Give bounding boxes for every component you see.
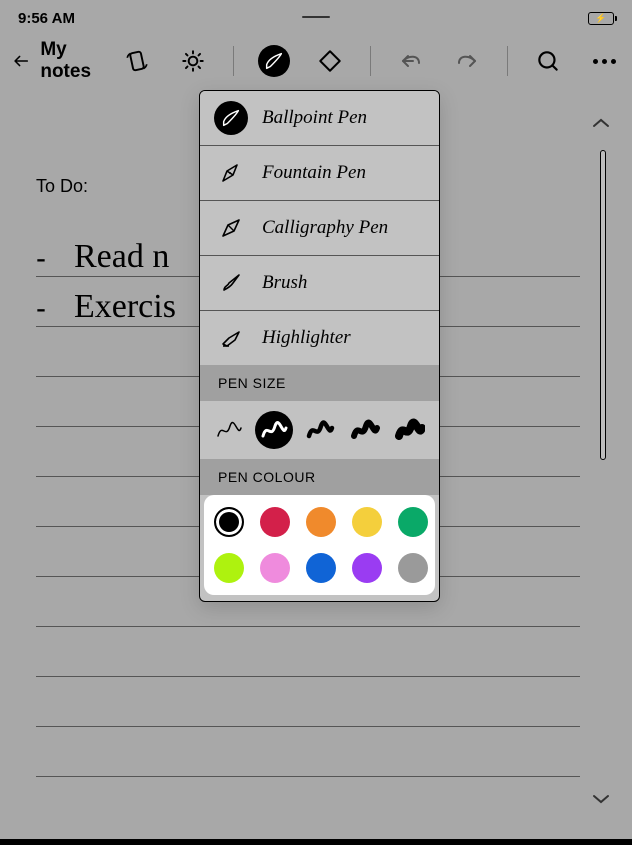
color-swatch-red[interactable] xyxy=(260,507,290,537)
undo-icon xyxy=(398,49,424,73)
pen-tool-button[interactable] xyxy=(258,45,290,77)
squiggle-icon xyxy=(259,416,289,444)
pen-option-ballpoint-pen[interactable]: Ballpoint Pen xyxy=(200,91,439,146)
eraser-button[interactable] xyxy=(314,45,346,77)
ballpoint-pen-icon xyxy=(214,101,248,135)
color-swatch-blue[interactable] xyxy=(306,553,336,583)
pen-option-label: Fountain Pen xyxy=(262,162,366,184)
color-swatch-grey[interactable] xyxy=(398,553,428,583)
color-swatch-lime[interactable] xyxy=(214,553,244,583)
brush-icon xyxy=(214,266,248,300)
toolbar-divider xyxy=(370,46,371,76)
list-bullet: - xyxy=(36,242,68,276)
pen-size-2[interactable] xyxy=(255,411,292,449)
pen-option-label: Highlighter xyxy=(262,327,351,349)
drag-handle-icon[interactable] xyxy=(302,16,330,18)
pen-option-label: Calligraphy Pen xyxy=(262,217,388,239)
color-swatch-green[interactable] xyxy=(398,507,428,537)
scroll-down-button[interactable] xyxy=(592,792,610,811)
pen-size-header: PEN SIZE xyxy=(200,365,439,401)
search-icon xyxy=(535,48,561,74)
fountain-pen-icon xyxy=(214,156,248,190)
page-title: My notes xyxy=(40,39,109,83)
undo-button[interactable] xyxy=(395,45,427,77)
bottom-bar xyxy=(0,839,632,845)
pen-option-fountain-pen[interactable]: Fountain Pen xyxy=(200,146,439,201)
battery-icon: ⚡ xyxy=(588,12,614,25)
note-line-1: Read n xyxy=(68,238,169,276)
pen-size-3[interactable] xyxy=(301,411,338,449)
redo-button[interactable] xyxy=(451,45,483,77)
highlighter-icon xyxy=(214,321,248,355)
redo-icon xyxy=(454,49,480,73)
back-arrow-icon xyxy=(12,50,30,72)
squiggle-icon xyxy=(350,416,380,444)
clock: 9:56 AM xyxy=(18,10,75,27)
search-button[interactable] xyxy=(532,45,564,77)
eraser-icon xyxy=(317,48,343,74)
color-swatch-black[interactable] xyxy=(214,507,244,537)
pen-icon xyxy=(263,50,285,72)
list-bullet: - xyxy=(36,292,68,326)
more-button[interactable] xyxy=(588,45,620,77)
pen-size-5[interactable] xyxy=(392,411,429,449)
squiggle-icon xyxy=(395,416,425,444)
brightness-button[interactable] xyxy=(177,45,209,77)
pen-option-label: Brush xyxy=(262,272,307,294)
pen-option-calligraphy-pen[interactable]: Calligraphy Pen xyxy=(200,201,439,256)
toolbar: My notes xyxy=(0,33,632,93)
more-icon xyxy=(593,59,616,64)
rotate-icon xyxy=(124,48,150,74)
note-line-2: Exercis xyxy=(68,288,176,326)
status-bar: 9:56 AM ⚡ xyxy=(0,0,632,33)
toolbar-divider xyxy=(233,46,234,76)
pen-popover: Ballpoint Pen Fountain Pen Calligraphy Pen… xyxy=(199,90,440,602)
squiggle-icon xyxy=(214,416,244,444)
pen-size-1[interactable] xyxy=(210,411,247,449)
rotate-button[interactable] xyxy=(121,45,153,77)
brightness-icon xyxy=(180,48,206,74)
pen-option-label: Ballpoint Pen xyxy=(262,107,367,129)
squiggle-icon xyxy=(305,416,335,444)
color-swatch-pink[interactable] xyxy=(260,553,290,583)
pen-colour-header: PEN COLOUR xyxy=(200,459,439,495)
calligraphy-pen-icon xyxy=(214,211,248,245)
scroll-up-button[interactable] xyxy=(592,116,610,135)
color-swatch-yellow[interactable] xyxy=(352,507,382,537)
color-swatch-purple[interactable] xyxy=(352,553,382,583)
color-swatch-orange[interactable] xyxy=(306,507,336,537)
scrollbar-thumb[interactable] xyxy=(600,150,606,460)
back-button[interactable]: My notes xyxy=(12,39,109,83)
pen-option-brush[interactable]: Brush xyxy=(200,256,439,311)
pen-size-4[interactable] xyxy=(346,411,383,449)
pen-option-highlighter[interactable]: Highlighter xyxy=(200,311,439,365)
toolbar-divider xyxy=(507,46,508,76)
